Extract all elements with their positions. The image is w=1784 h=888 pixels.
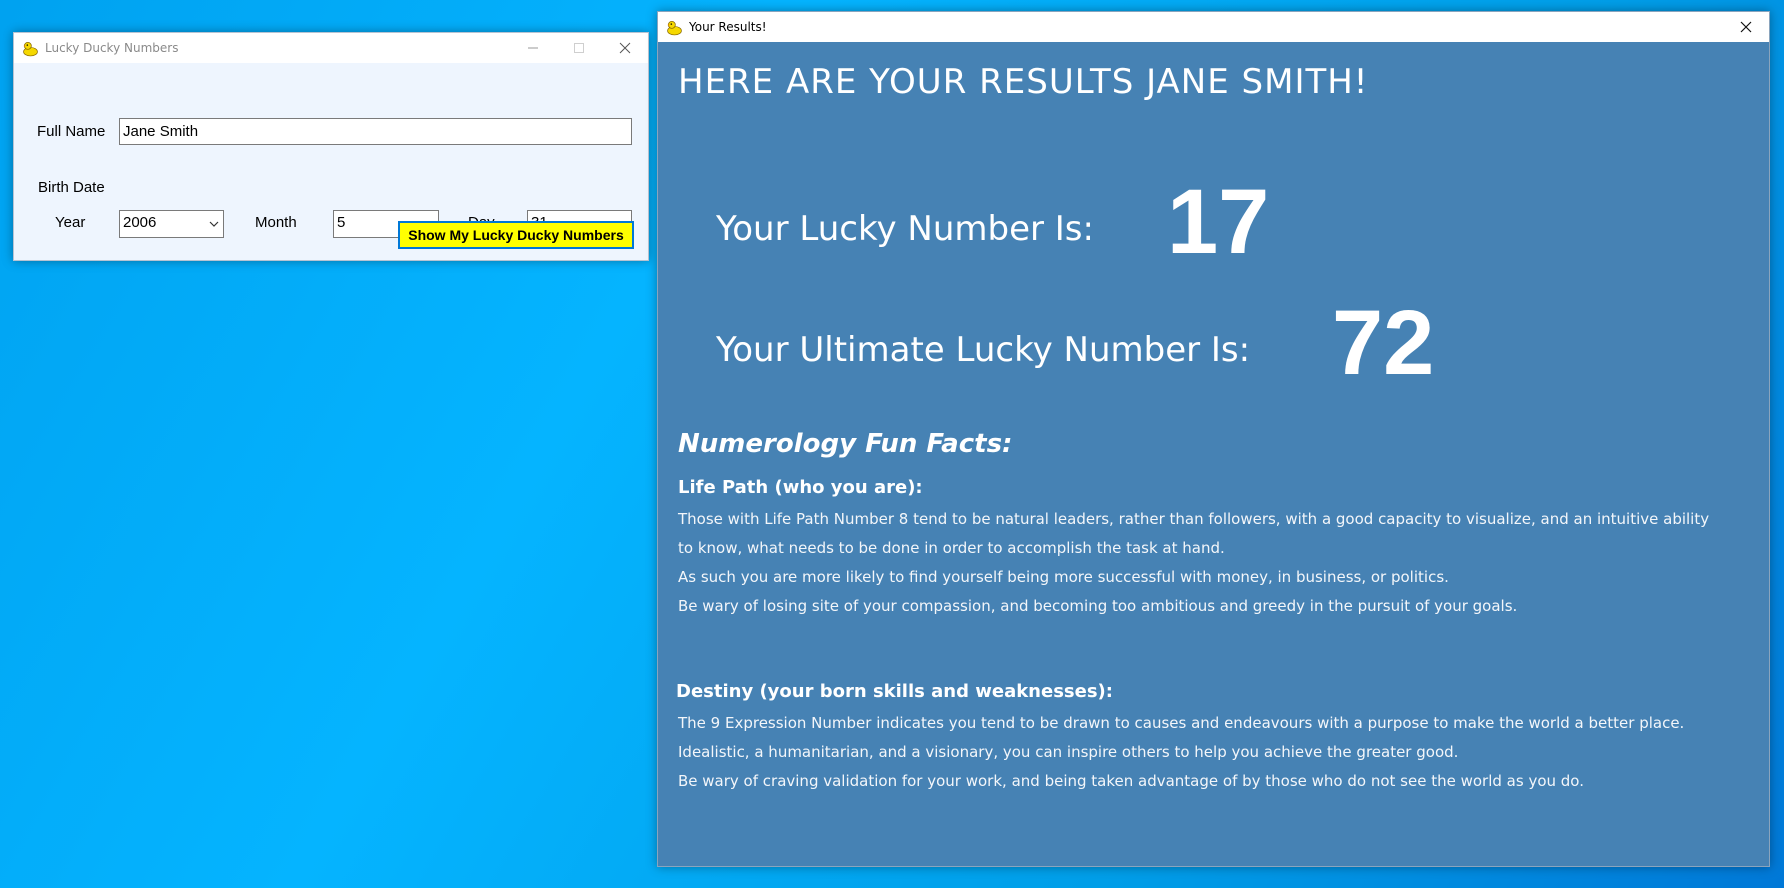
close-icon — [1740, 21, 1752, 33]
results-window-title: Your Results! — [689, 20, 767, 34]
fun-facts-heading: Numerology Fun Facts: — [678, 429, 1013, 459]
lucky-number-value: 17 — [1167, 171, 1270, 273]
life-path-line: to know, what needs to be done in order … — [678, 539, 1225, 557]
close-icon — [619, 42, 631, 54]
lucky-ducky-window: Lucky Ducky Numbers Full Name Jane Smith… — [13, 32, 649, 261]
year-value: 2006 — [123, 214, 157, 231]
maximize-icon — [574, 43, 584, 53]
life-path-line: As such you are more likely to find your… — [678, 568, 1449, 586]
life-path-heading: Life Path (who you are): — [678, 477, 923, 498]
results-heading: HERE ARE YOUR RESULTS JANE SMITH! — [678, 62, 1369, 102]
year-label: Year — [55, 214, 86, 231]
results-close-button[interactable] — [1723, 12, 1769, 42]
duck-icon — [23, 41, 38, 56]
duck-icon — [667, 20, 682, 35]
lucky-number-label: Your Lucky Number Is: — [716, 209, 1094, 249]
form-window-title: Lucky Ducky Numbers — [45, 41, 179, 55]
year-select[interactable]: 2006 — [119, 210, 224, 238]
results-client-area: HERE ARE YOUR RESULTS JANE SMITH! Your L… — [658, 42, 1769, 866]
month-value: 5 — [337, 214, 346, 231]
destiny-heading: Destiny (your born skills and weaknesses… — [676, 681, 1113, 702]
results-titlebar[interactable]: Your Results! — [658, 12, 1769, 42]
minimize-icon — [528, 47, 538, 49]
show-lucky-numbers-button[interactable]: Show My Lucky Ducky Numbers — [398, 221, 634, 249]
ultimate-number-label: Your Ultimate Lucky Number Is: — [716, 330, 1251, 370]
month-label: Month — [255, 214, 297, 231]
ultimate-number-value: 72 — [1332, 292, 1435, 394]
maximize-button[interactable] — [556, 33, 602, 63]
destiny-line: Idealistic, a humanitarian, and a vision… — [678, 743, 1459, 761]
minimize-button[interactable] — [510, 33, 556, 63]
destiny-line: Be wary of craving validation for your w… — [678, 772, 1584, 790]
birth-date-label: Birth Date — [38, 179, 105, 196]
full-name-label: Full Name — [37, 123, 106, 140]
destiny-line: The 9 Expression Number indicates you te… — [678, 714, 1685, 732]
close-button[interactable] — [602, 33, 648, 63]
form-titlebar[interactable]: Lucky Ducky Numbers — [14, 33, 648, 63]
life-path-line: Those with Life Path Number 8 tend to be… — [678, 510, 1710, 528]
life-path-line: Be wary of losing site of your compassio… — [678, 597, 1518, 615]
chevron-down-icon — [209, 221, 219, 227]
full-name-input[interactable]: Jane Smith — [119, 118, 632, 145]
results-window: Your Results! HERE ARE YOUR RESULTS JANE… — [657, 11, 1770, 867]
